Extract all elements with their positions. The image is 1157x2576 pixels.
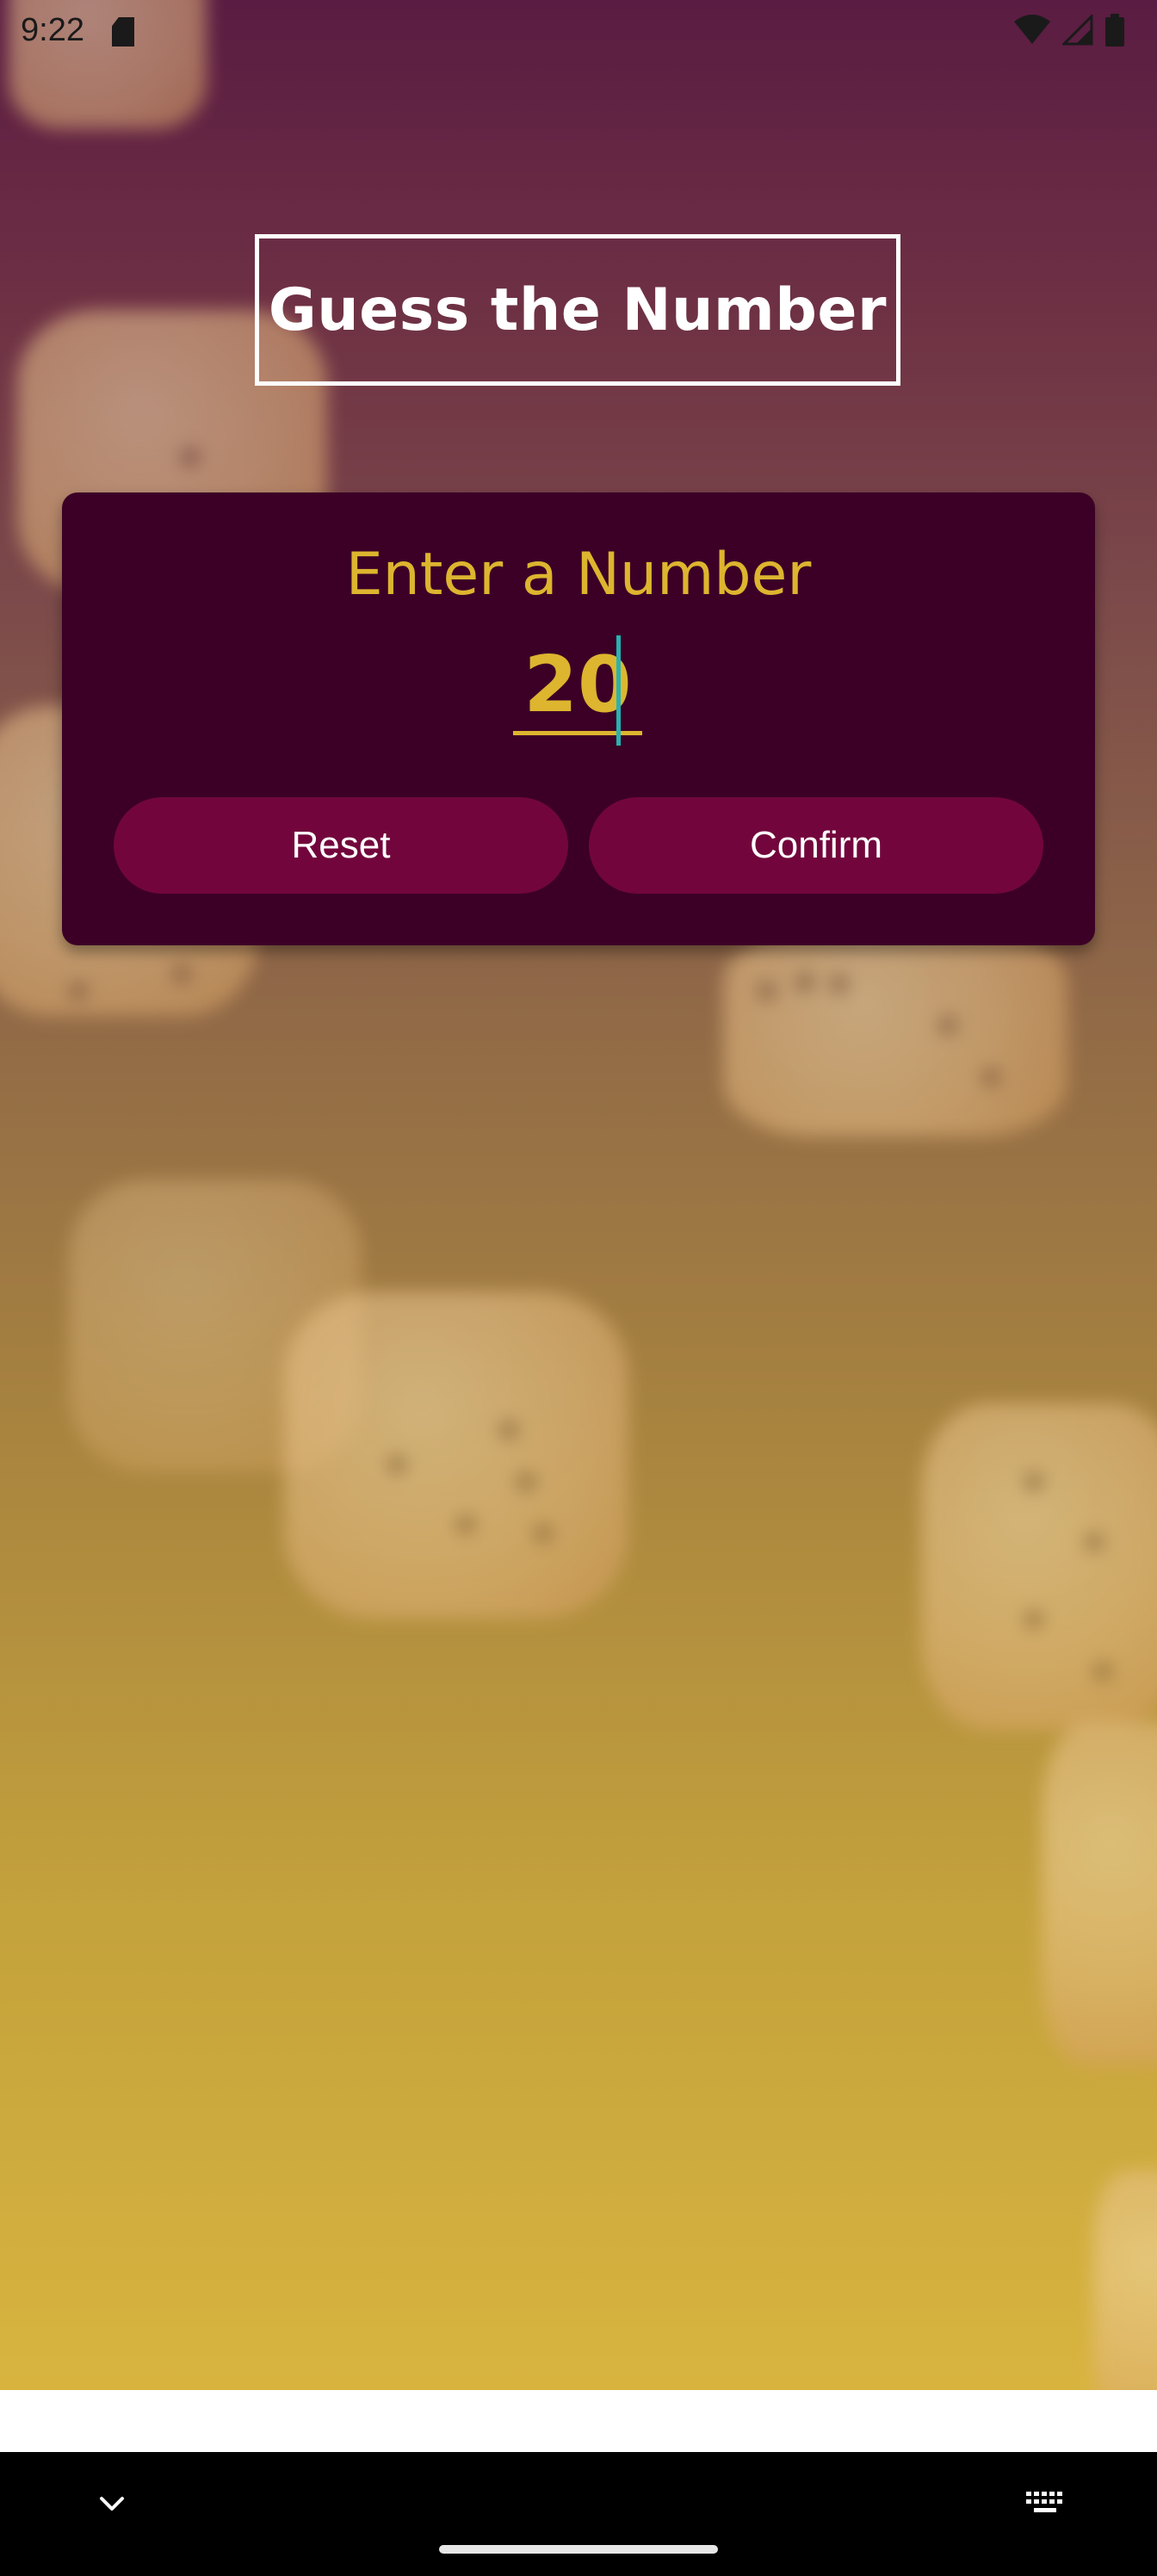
text-caret	[616, 635, 621, 746]
chevron-down-icon[interactable]	[96, 2488, 127, 2519]
page-title: Guess the Number	[268, 276, 888, 344]
keyboard-icon[interactable]	[1024, 2490, 1067, 2516]
dice-decoration	[723, 930, 1067, 1136]
number-input[interactable]: 20	[513, 635, 642, 746]
status-time: 9:22	[21, 12, 84, 48]
number-input-card: Enter a Number 20 Reset Confirm	[62, 492, 1095, 945]
title-box: Guess the Number	[255, 234, 900, 386]
reset-button[interactable]: Reset	[114, 797, 568, 894]
app-screen: 9:22 Guess the Number Enter a Number 20 …	[0, 0, 1157, 2390]
status-icons	[1014, 14, 1124, 46]
signal-icon	[1062, 15, 1093, 46]
sim-card-icon	[112, 17, 134, 46]
card-heading: Enter a Number	[345, 541, 812, 609]
confirm-button[interactable]: Confirm	[589, 797, 1043, 894]
navigation-bar	[0, 2452, 1157, 2576]
dice-decoration	[1093, 2170, 1157, 2390]
battery-icon	[1105, 14, 1124, 46]
dice-decoration	[1042, 1722, 1157, 2066]
status-bar: 9:22	[0, 0, 1157, 65]
home-handle[interactable]	[439, 2545, 718, 2554]
wifi-icon	[1014, 15, 1050, 44]
dice-decoration	[284, 1291, 628, 1619]
dice-decoration	[921, 1403, 1157, 1731]
number-input-value: 20	[523, 640, 632, 730]
